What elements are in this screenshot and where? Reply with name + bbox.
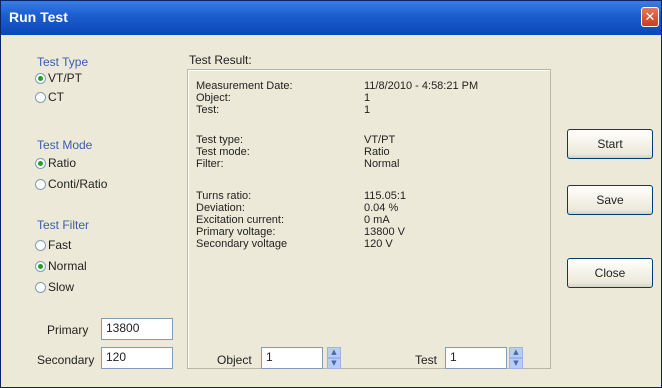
radio-vtpt-label[interactable]: VT/PT <box>48 71 82 85</box>
primary-input[interactable]: 13800 <box>101 318 173 340</box>
result-value: 1 <box>364 104 371 116</box>
spin-up-icon[interactable]: ▲ <box>509 347 523 358</box>
result-value: 0 mA <box>364 214 390 226</box>
result-key: Test type: <box>196 134 244 146</box>
result-value: 11/8/2010 - 4:58:21 PM <box>364 80 479 92</box>
result-value: 0.04 % <box>364 202 399 214</box>
result-key: Test mode: <box>196 146 250 158</box>
test-result-panel: Measurement Date: 11/8/2010 - 4:58:21 PM… <box>187 69 551 369</box>
result-value: VT/PT <box>364 134 396 146</box>
result-key: Measurement Date: <box>196 80 293 92</box>
radio-ct-label[interactable]: CT <box>48 90 64 104</box>
result-value: 13800 V <box>364 226 405 238</box>
result-key: Test: <box>196 104 220 116</box>
title-bar[interactable]: Run Test ✕ <box>1 1 661 35</box>
radio-conti-ratio-label[interactable]: Conti/Ratio <box>48 177 107 191</box>
radio-ct[interactable] <box>35 92 46 103</box>
result-value: 120 V <box>364 238 393 250</box>
test-spinner[interactable]: ▲ ▼ <box>509 347 523 369</box>
test-input[interactable]: 1 <box>445 347 507 369</box>
result-value: Ratio <box>364 146 390 158</box>
radio-normal[interactable] <box>35 261 46 272</box>
result-value: 115.05:1 <box>364 190 407 202</box>
test-label: Test <box>415 353 438 367</box>
spin-down-icon[interactable]: ▼ <box>327 358 341 369</box>
test-mode-group-label: Test Mode <box>37 138 93 152</box>
result-key: Excitation current: <box>196 214 285 226</box>
radio-normal-label[interactable]: Normal <box>48 259 87 273</box>
object-spinner[interactable]: ▲ ▼ <box>327 347 341 369</box>
radio-ratio[interactable] <box>35 158 46 169</box>
radio-vtpt[interactable] <box>35 73 46 84</box>
test-type-group-label: Test Type <box>37 55 89 69</box>
radio-slow-label[interactable]: Slow <box>48 280 74 294</box>
radio-fast[interactable] <box>35 240 46 251</box>
test-filter-group-label: Test Filter <box>37 218 90 232</box>
radio-slow[interactable] <box>35 282 46 293</box>
radio-conti-ratio[interactable] <box>35 179 46 190</box>
result-key: Secondary voltage <box>196 238 288 250</box>
result-key: Object: <box>196 92 231 104</box>
secondary-input[interactable]: 120 <box>101 347 173 369</box>
test-result-label: Test Result: <box>189 53 252 67</box>
result-value: 1 <box>364 92 371 104</box>
result-value: Normal <box>364 158 400 170</box>
result-key: Deviation: <box>196 202 245 214</box>
save-button[interactable]: Save <box>567 185 653 215</box>
close-button[interactable]: Close <box>567 258 653 288</box>
result-key: Turns ratio: <box>196 190 252 202</box>
primary-label: Primary <box>47 323 89 337</box>
spin-down-icon[interactable]: ▼ <box>509 358 523 369</box>
spin-up-icon[interactable]: ▲ <box>327 347 341 358</box>
window-title: Run Test <box>9 9 68 25</box>
object-input[interactable]: 1 <box>261 347 323 369</box>
radio-fast-label[interactable]: Fast <box>48 238 71 252</box>
object-label: Object <box>217 353 252 367</box>
run-test-dialog: Run Test ✕ Test Type VT/PT CT Test Mode … <box>0 0 662 388</box>
secondary-label: Secondary <box>37 353 95 367</box>
close-window-button[interactable]: ✕ <box>641 7 659 27</box>
result-key: Primary voltage: <box>196 226 276 238</box>
radio-ratio-label[interactable]: Ratio <box>48 156 76 170</box>
start-button[interactable]: Start <box>567 129 653 159</box>
result-key: Filter: <box>196 158 224 170</box>
